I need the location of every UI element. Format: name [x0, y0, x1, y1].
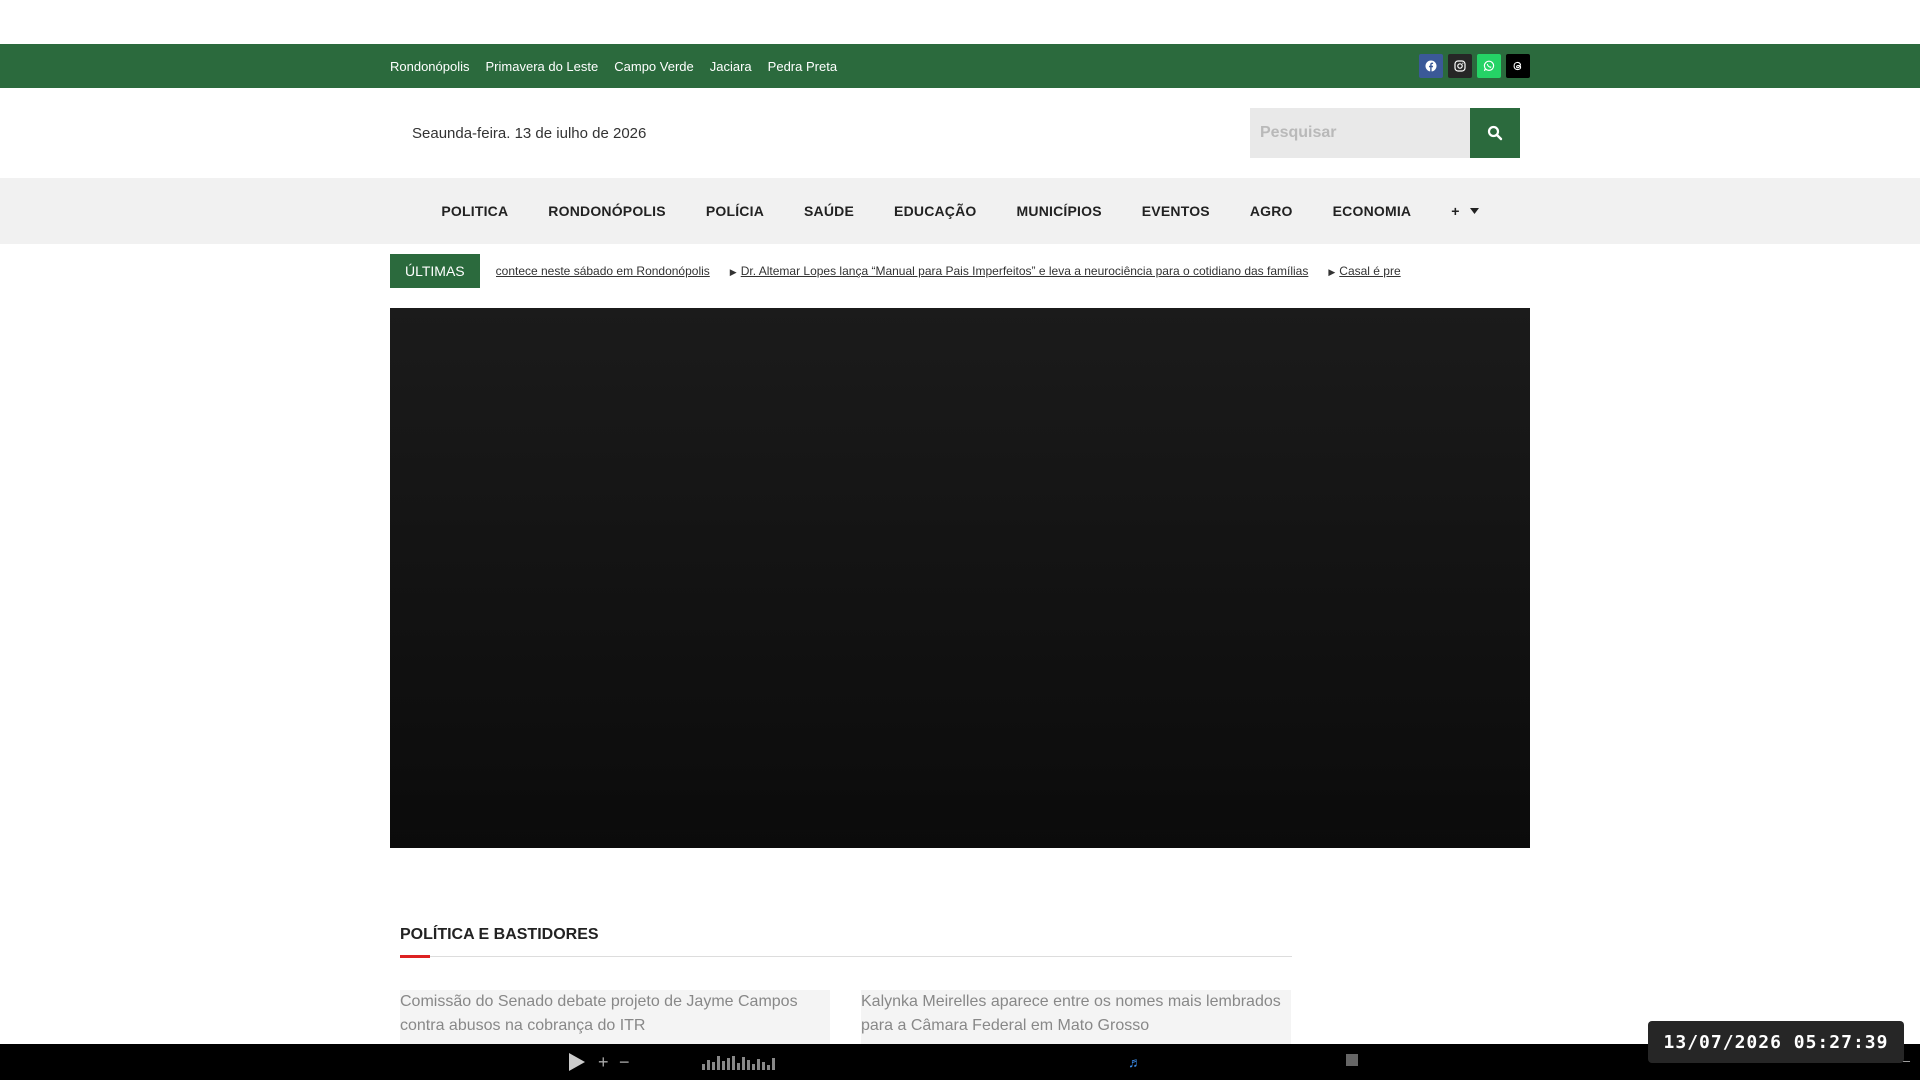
article-image-alt: Kalynka Meirelles aparece entre os nomes…	[861, 993, 1281, 1034]
city-links: Rondonópolis Primavera do Leste Campo Ve…	[390, 59, 837, 74]
search-input[interactable]	[1250, 108, 1470, 158]
article-card[interactable]: Kalynka Meirelles aparece entre os nomes…	[861, 990, 1291, 1050]
ticker-item[interactable]: Casal é pre	[1339, 264, 1400, 278]
nav-item-municipios[interactable]: MUNICÍPIOS	[1017, 203, 1102, 219]
top-spacer	[0, 0, 1920, 44]
nav-item-politica[interactable]: POLITICA	[441, 203, 508, 219]
top-bar: Rondonópolis Primavera do Leste Campo Ve…	[0, 44, 1920, 88]
equalizer-icon	[702, 1056, 775, 1070]
news-ticker: ÚLTIMAS contece neste sábado em Rondonóp…	[0, 244, 1920, 298]
ticker-scroll: contece neste sábado em Rondonópolis ▶ Dr.…	[496, 264, 1466, 278]
ticker-label: ÚLTIMAS	[390, 254, 480, 288]
volume-up-icon[interactable]: +	[598, 1052, 609, 1073]
video-player[interactable]	[390, 308, 1530, 848]
clock-display: 13/07/2026 05:27:39	[1648, 1021, 1904, 1063]
music-note-icon: ♬	[1128, 1054, 1142, 1070]
nav-more-label: +	[1451, 203, 1460, 219]
nav-item-policia[interactable]: POLÍCIA	[706, 203, 764, 219]
nav-more-menu[interactable]: +	[1451, 203, 1479, 219]
caret-right-icon: ▶	[729, 267, 737, 277]
city-link-jaciara[interactable]: Jaciara	[710, 59, 752, 74]
ticker-item[interactable]: contece neste sábado em Rondonópolis	[496, 264, 710, 278]
search-button[interactable]	[1470, 108, 1520, 158]
nav-item-educacao[interactable]: EDUCAÇÃO	[894, 203, 977, 219]
main-nav: POLITICA RONDONÓPOLIS POLÍCIA SAÚDE EDUC…	[0, 178, 1920, 244]
site-header: Seaunda-feira. 13 de iulho de 2026	[0, 88, 1920, 178]
play-icon[interactable]	[568, 1052, 586, 1072]
nav-item-eventos[interactable]: EVENTOS	[1142, 203, 1210, 219]
nav-item-economia[interactable]: ECONOMIA	[1333, 203, 1412, 219]
threads-icon[interactable]	[1506, 54, 1530, 78]
section-divider	[400, 955, 1292, 958]
city-link-rondonopolis[interactable]: Rondonópolis	[390, 59, 470, 74]
article-card[interactable]: Comissão do Senado debate projeto de Jay…	[400, 990, 830, 1050]
caret-right-icon: ▶	[1328, 267, 1336, 277]
article-image-alt: Comissão do Senado debate projeto de Jay…	[400, 993, 798, 1034]
caret-down-icon	[1469, 208, 1479, 214]
search-form	[1250, 108, 1520, 158]
current-date: Seaunda-feira. 13 de iulho de 2026	[412, 124, 647, 142]
volume-down-icon[interactable]: −	[619, 1052, 630, 1073]
nav-item-rondonopolis[interactable]: RONDONÓPOLIS	[548, 203, 666, 219]
ticker-item[interactable]: Dr. Altemar Lopes lança “Manual para Pai…	[741, 264, 1309, 278]
facebook-icon[interactable]	[1419, 54, 1443, 78]
nav-item-saude[interactable]: SAÚDE	[804, 203, 854, 219]
city-link-campo-verde[interactable]: Campo Verde	[614, 59, 694, 74]
city-link-pedra-preta[interactable]: Pedra Preta	[768, 59, 837, 74]
social-links	[1419, 54, 1530, 78]
city-link-primavera[interactable]: Primavera do Leste	[486, 59, 599, 74]
whatsapp-icon[interactable]	[1477, 54, 1501, 78]
nav-item-agro[interactable]: AGRO	[1250, 203, 1293, 219]
section-accent	[400, 955, 430, 958]
station-logo-icon[interactable]	[1346, 1054, 1358, 1066]
audio-player-bar: + − ♬ –	[0, 1044, 1920, 1080]
section-title: POLÍTICA E BASTIDORES	[400, 926, 599, 943]
instagram-icon[interactable]	[1448, 54, 1472, 78]
search-icon	[1487, 125, 1503, 141]
